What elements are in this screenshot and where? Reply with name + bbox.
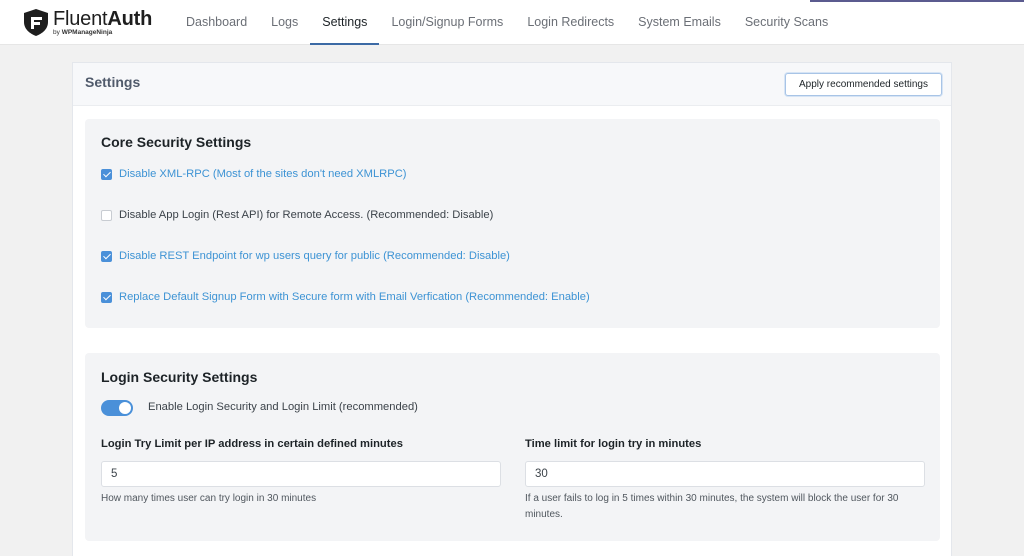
time-limit-label: Time limit for login try in minutes: [525, 438, 702, 450]
login-security-toggle[interactable]: [101, 400, 133, 416]
byline-company: WPManageNinja: [61, 29, 113, 36]
option-label: Disable REST Endpoint for wp users query…: [119, 250, 510, 262]
nav-tab-dashboard[interactable]: Dashboard: [174, 0, 259, 45]
page-title: Settings: [85, 74, 141, 90]
brand-byline: by WPManageNinja: [53, 29, 112, 36]
login-security-card: Login Security Settings Enable Login Sec…: [85, 353, 940, 541]
login-security-title: Login Security Settings: [101, 369, 258, 385]
shield-logo-icon: [24, 9, 48, 36]
brand-name-bold: Auth: [107, 8, 153, 30]
brand-logo[interactable]: FluentAuth by WPManageNinja: [24, 8, 154, 38]
nav-tab-system-emails[interactable]: System Emails: [626, 0, 733, 45]
byline-prefix: by: [53, 29, 60, 36]
nav-tab-logs[interactable]: Logs: [259, 0, 310, 45]
topbar-accent-strip: [810, 0, 1024, 2]
top-navigation-bar: FluentAuth by WPManageNinja Dashboard Lo…: [0, 0, 1024, 45]
nav-tab-login-redirects[interactable]: Login Redirects: [515, 0, 626, 45]
login-try-limit-label: Login Try Limit per IP address in certai…: [101, 438, 403, 450]
core-security-title: Core Security Settings: [101, 134, 252, 150]
nav-tab-security-scans[interactable]: Security Scans: [733, 0, 840, 45]
option-label: Replace Default Signup Form with Secure …: [119, 291, 590, 303]
option-replace-signup-form[interactable]: Replace Default Signup Form with Secure …: [101, 289, 590, 305]
checkbox-disable-xmlrpc[interactable]: [101, 168, 112, 180]
brand-name: FluentAuth: [53, 8, 152, 31]
checkbox-replace-signup-form[interactable]: [101, 291, 112, 303]
apply-recommended-settings-button[interactable]: Apply recommended settings: [785, 73, 942, 96]
settings-panel-header: Settings Apply recommended settings: [73, 63, 951, 106]
core-security-card: Core Security Settings Disable XML-RPC (…: [85, 119, 940, 328]
toggle-knob: [119, 402, 131, 414]
option-label: Disable XML-RPC (Most of the sites don't…: [119, 168, 407, 180]
option-label: Disable App Login (Rest API) for Remote …: [119, 209, 494, 221]
brand-name-light: Fluent: [53, 8, 108, 30]
option-disable-xmlrpc[interactable]: Disable XML-RPC (Most of the sites don't…: [101, 166, 407, 182]
settings-panel: Settings Apply recommended settings Core…: [72, 62, 952, 556]
option-disable-rest-endpoint[interactable]: Disable REST Endpoint for wp users query…: [101, 248, 510, 264]
nav-tab-login-signup-forms[interactable]: Login/Signup Forms: [379, 0, 515, 45]
login-security-toggle-label: Enable Login Security and Login Limit (r…: [148, 401, 418, 413]
login-try-limit-help: How many times user can try login in 30 …: [101, 493, 317, 504]
nav-tab-settings[interactable]: Settings: [310, 0, 380, 45]
checkbox-disable-rest-endpoint[interactable]: [101, 250, 112, 262]
main-nav: Dashboard Logs Settings Login/Signup For…: [174, 0, 840, 45]
time-limit-help: If a user fails to log in 5 times within…: [525, 493, 899, 520]
checkbox-disable-app-login[interactable]: [101, 209, 112, 221]
login-try-limit-input[interactable]: [101, 461, 501, 487]
time-limit-input[interactable]: [525, 461, 925, 487]
option-disable-app-login[interactable]: Disable App Login (Rest API) for Remote …: [101, 207, 493, 223]
